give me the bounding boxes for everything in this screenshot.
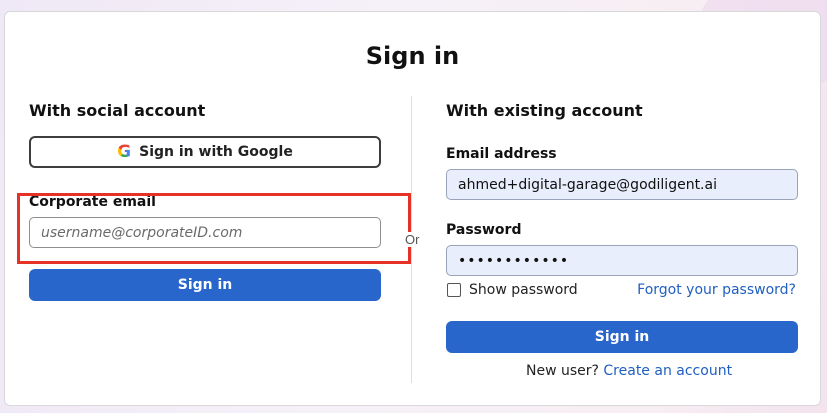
- sign-in-card: Sign in With social account G Sign in wi…: [4, 11, 821, 406]
- page-title: Sign in: [365, 42, 460, 70]
- social-account-heading: With social account: [29, 101, 206, 120]
- existing-account-heading: With existing account: [446, 101, 643, 120]
- new-user-text: New user?: [526, 363, 599, 379]
- google-icon: G: [117, 141, 132, 162]
- password-input[interactable]: [446, 245, 798, 276]
- create-account-link[interactable]: Create an account: [603, 363, 732, 379]
- corporate-email-input[interactable]: [29, 217, 381, 248]
- password-label: Password: [446, 222, 522, 238]
- google-sign-in-button[interactable]: G Sign in with Google: [29, 136, 381, 168]
- google-sign-in-label: Sign in with Google: [139, 144, 293, 160]
- sign-in-button[interactable]: Sign in: [446, 321, 798, 353]
- corporate-sign-in-button[interactable]: Sign in: [29, 269, 381, 301]
- show-password-label[interactable]: Show password: [469, 282, 578, 298]
- corporate-email-label: Corporate email: [29, 194, 156, 210]
- forgot-password-link[interactable]: Forgot your password?: [637, 282, 796, 298]
- show-password-checkbox[interactable]: [447, 283, 461, 297]
- new-user-row: New user? Create an account: [526, 363, 732, 379]
- or-separator: Or: [405, 232, 420, 247]
- email-address-label: Email address: [446, 146, 557, 162]
- email-address-input[interactable]: [446, 169, 798, 200]
